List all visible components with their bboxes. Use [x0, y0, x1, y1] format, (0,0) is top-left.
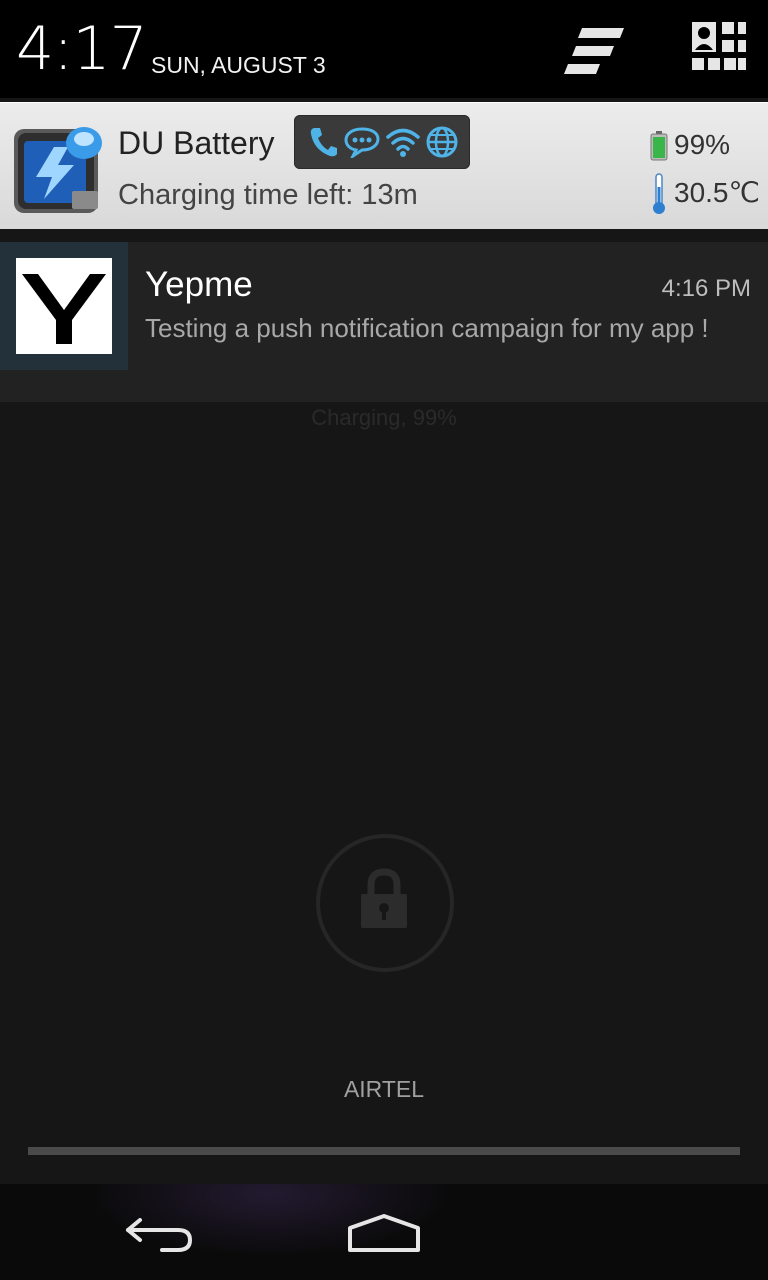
battery-percent: 99% [674, 129, 731, 160]
thermometer-icon [653, 173, 665, 214]
shade-drag-handle[interactable] [28, 1147, 740, 1155]
clear-notifications-icon[interactable] [558, 22, 630, 78]
chat-icon[interactable] [344, 126, 380, 158]
quick-settings-icon[interactable] [686, 20, 748, 78]
wifi-icon[interactable] [386, 126, 420, 158]
du-title: DU Battery [118, 125, 275, 161]
carrier-label: AIRTEL [343, 1076, 425, 1102]
notification-shade: 4:17 SUN, AUGUST 3 DU Battery Charging t… [0, 0, 768, 1280]
battery-icon [650, 131, 668, 161]
home-icon[interactable] [344, 1212, 424, 1256]
charging-status: Charging, 99% [311, 405, 457, 430]
du-battery-app-icon [14, 127, 102, 213]
shade-header: 4:17 SUN, AUGUST 3 [0, 0, 768, 98]
yepme-notification[interactable]: Yepme 4:16 PM Testing a push notificatio… [0, 242, 768, 402]
clock: 4:17 [16, 14, 148, 84]
globe-icon[interactable] [426, 126, 458, 158]
navigation-bar [0, 1184, 768, 1280]
du-charging-time: Charging time left: 13m [118, 179, 418, 211]
du-toggle-bar [294, 115, 470, 169]
temperature: 30.5℃ [674, 177, 760, 208]
yepme-icon-frame [0, 242, 128, 370]
yepme-title: Yepme [145, 265, 253, 304]
yepme-time: 4:16 PM [661, 275, 751, 302]
du-battery-notification[interactable]: DU Battery Charging time left: 13m 99% 3… [0, 102, 768, 229]
yepme-message: Testing a push notification campaign for… [145, 313, 709, 343]
phone-icon[interactable] [308, 126, 338, 158]
lock-icon [361, 868, 407, 928]
back-icon[interactable] [122, 1212, 198, 1256]
yepme-logo-icon [16, 258, 112, 354]
date-label[interactable]: SUN, AUGUST 3 [151, 52, 326, 78]
